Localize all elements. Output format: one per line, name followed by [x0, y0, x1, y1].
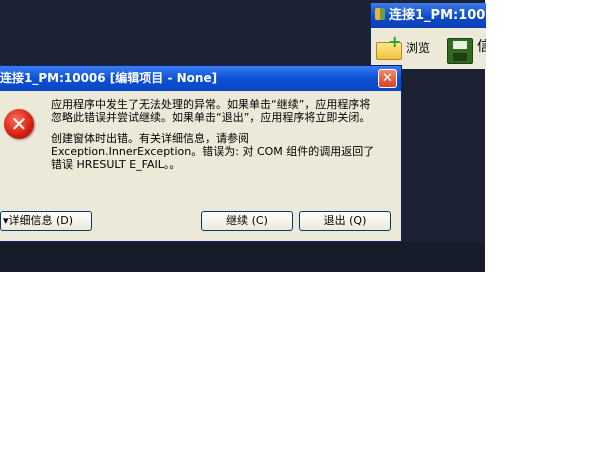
toolbar-cut-label: 信	[477, 36, 486, 56]
background-window-title: 连接1_PM:1000	[389, 8, 486, 23]
continue-button[interactable]: 继续 (C)	[201, 211, 293, 231]
dialog-titlebar[interactable]: 连接1_PM:10006 [编辑项目 - None] ✕	[0, 66, 401, 91]
background-app-window: 连接1_PM:1000 + 浏览 信	[370, 3, 486, 69]
exit-button[interactable]: 退出 (Q)	[299, 211, 391, 231]
message-paragraph-2b: Exception.InnerException。错误为: 对 COM 组件的调…	[51, 145, 375, 171]
folder-add-icon: +	[376, 34, 402, 60]
dialog-title: 连接1_PM:10006 [编辑项目 - None]	[0, 71, 218, 85]
error-message: 应用程序中发生了无法处理的异常。如果单击“继续”，应用程序将忽略此错误并尝试继续…	[51, 98, 381, 179]
details-button[interactable]: ▾详细信息 (D)	[0, 211, 92, 231]
error-icon: ✕	[4, 109, 34, 139]
desktop-shade	[0, 242, 485, 272]
message-paragraph-1: 应用程序中发生了无法处理的异常。如果单击“继续”，应用程序将忽略此错误并尝试继续…	[51, 98, 371, 124]
browse-button[interactable]: + 浏览	[376, 34, 431, 60]
message-paragraph-2a: 创建窗体时出错。有关详细信息，请参阅	[51, 132, 249, 145]
app-icon	[375, 8, 385, 20]
background-window-toolbar: + 浏览 信	[371, 28, 486, 69]
browse-label: 浏览	[406, 40, 431, 55]
save-icon[interactable]	[447, 38, 473, 64]
background-window-titlebar[interactable]: 连接1_PM:1000	[371, 3, 486, 28]
close-button[interactable]: ✕	[378, 69, 397, 88]
error-dialog: 连接1_PM:10006 [编辑项目 - None] ✕ ✕ 应用程序中发生了无…	[0, 65, 402, 242]
